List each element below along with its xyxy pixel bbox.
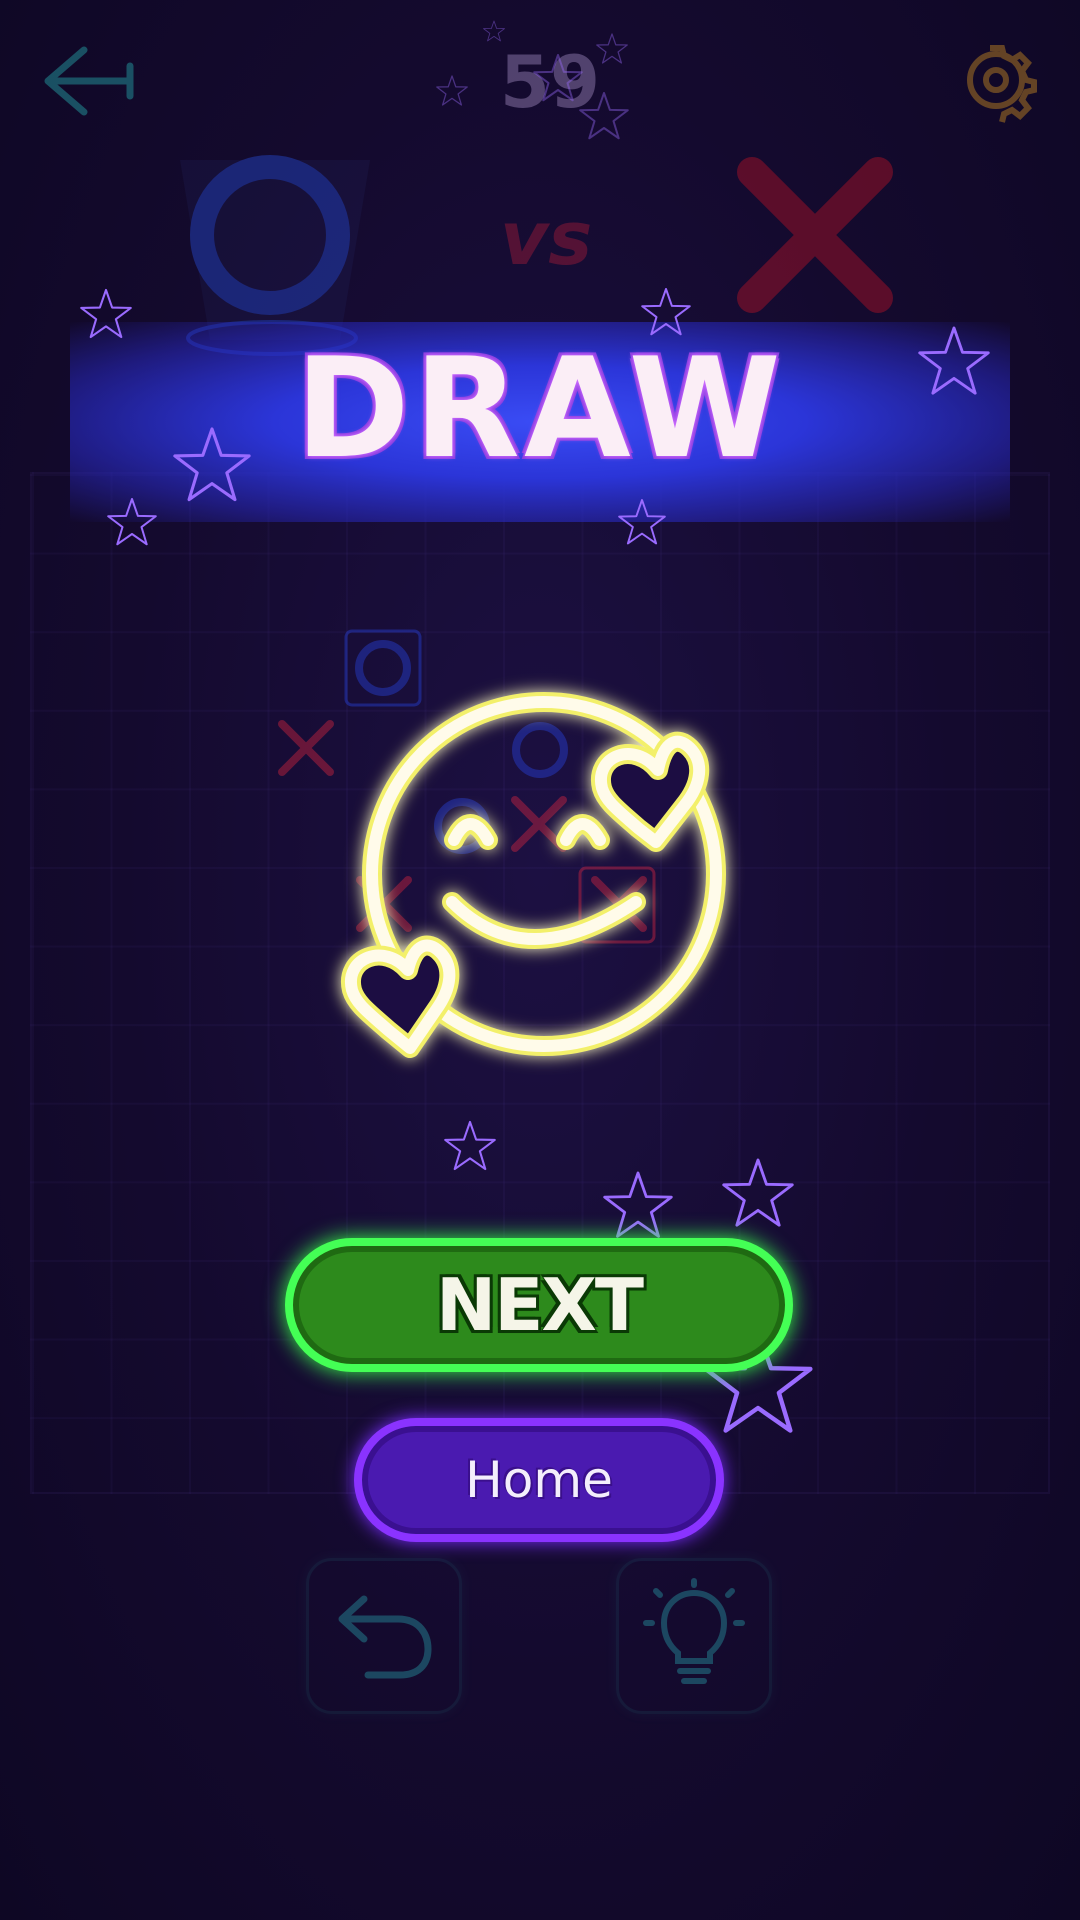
star-icon — [918, 326, 990, 395]
star-icon — [80, 288, 132, 339]
star-icon — [618, 499, 666, 545]
next-button[interactable]: NEXT — [285, 1238, 793, 1372]
star-icon — [483, 20, 505, 42]
star-icon — [579, 92, 629, 140]
star-icon — [603, 1171, 673, 1238]
smiling-face-with-hearts-icon — [341, 692, 726, 1058]
home-button-label: Home — [465, 1451, 613, 1509]
undo-icon — [338, 1595, 432, 1679]
star-icon — [436, 75, 468, 106]
undo-button[interactable] — [306, 1558, 462, 1714]
star-icon — [107, 498, 157, 546]
home-button[interactable]: Home — [354, 1418, 724, 1542]
next-button-label: NEXT — [435, 1263, 644, 1347]
star-icon — [722, 1158, 794, 1227]
lightbulb-icon — [643, 1578, 745, 1684]
star-icon — [596, 33, 628, 64]
star-icon — [173, 427, 251, 502]
star-icon — [533, 54, 583, 102]
hint-button[interactable] — [616, 1558, 772, 1714]
star-icon — [444, 1120, 496, 1171]
star-icon — [641, 288, 691, 336]
